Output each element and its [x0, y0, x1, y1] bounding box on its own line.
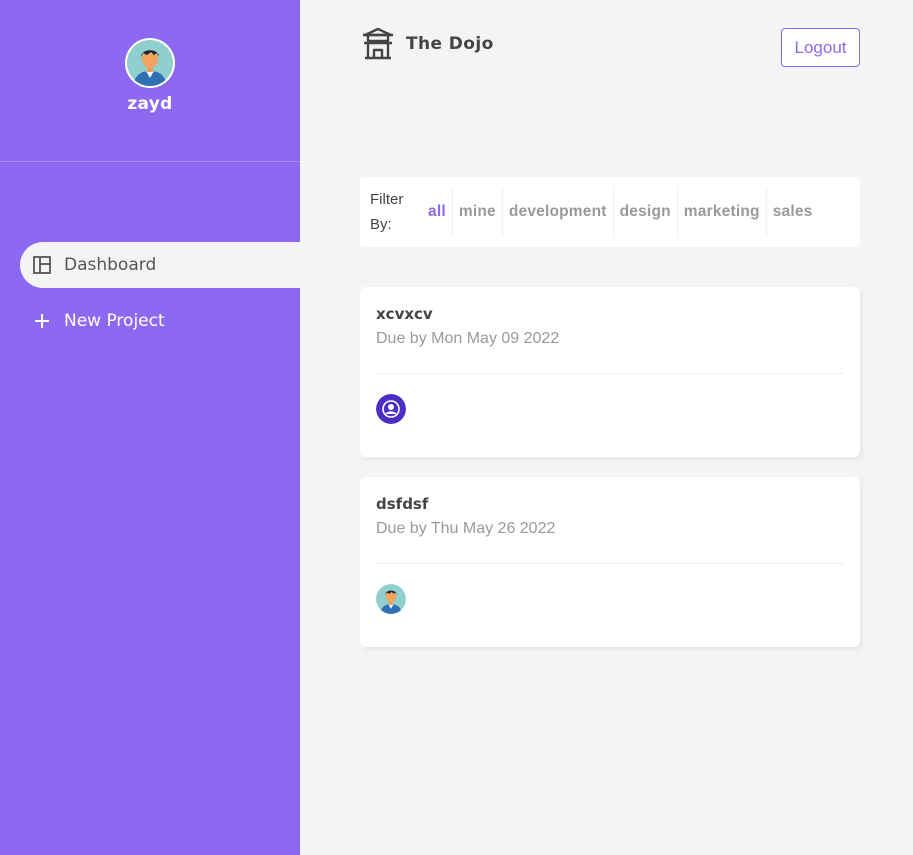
nav-item-new-project[interactable]: New Project: [20, 298, 300, 344]
filter-option-sales[interactable]: sales: [767, 187, 819, 237]
user-avatar-icon: [376, 584, 406, 614]
username: zayd: [127, 94, 173, 114]
filter-option-mine[interactable]: mine: [453, 187, 503, 237]
filter-option-development[interactable]: development: [503, 187, 614, 237]
filter-option-design[interactable]: design: [614, 187, 678, 237]
project-filter: Filter By: all mine development design m…: [360, 177, 860, 247]
nav-item-label: Dashboard: [64, 255, 157, 275]
project-due-date: Due by Mon May 09 2022: [376, 330, 560, 347]
project-card[interactable]: dsfdsf Due by Thu May 26 2022: [360, 477, 860, 647]
dashboard-icon: [32, 255, 52, 275]
assignee-avatar: [376, 394, 406, 424]
filter-option-all[interactable]: all: [422, 187, 453, 237]
temple-icon: [363, 27, 393, 60]
avatar: [125, 38, 175, 88]
assignee-avatar: [376, 584, 406, 614]
user-panel: zayd: [0, 0, 300, 162]
user-avatar-icon: [127, 40, 173, 86]
filter-option-marketing[interactable]: marketing: [678, 187, 767, 237]
card-divider: [376, 373, 844, 374]
project-card[interactable]: xcvxcv Due by Mon May 09 2022: [360, 287, 860, 457]
nav-item-dashboard[interactable]: Dashboard: [20, 242, 300, 288]
logout-button[interactable]: Logout: [781, 28, 860, 67]
sidebar-nav: Dashboard New Project: [20, 242, 300, 354]
project-due-date: Due by Thu May 26 2022: [376, 520, 556, 537]
logo[interactable]: The Dojo: [360, 26, 494, 62]
plus-icon: [32, 311, 52, 331]
sidebar: zayd Dashboard New Project: [0, 0, 300, 855]
project-title: dsfdsf: [376, 495, 429, 513]
project-title: xcvxcv: [376, 305, 433, 323]
default-user-icon: [376, 394, 406, 424]
app-title: The Dojo: [406, 34, 494, 54]
filter-options: all mine development design marketing sa…: [422, 187, 818, 237]
nav-item-label: New Project: [64, 311, 165, 331]
card-divider: [376, 563, 844, 564]
filter-label: Filter By:: [370, 191, 404, 233]
